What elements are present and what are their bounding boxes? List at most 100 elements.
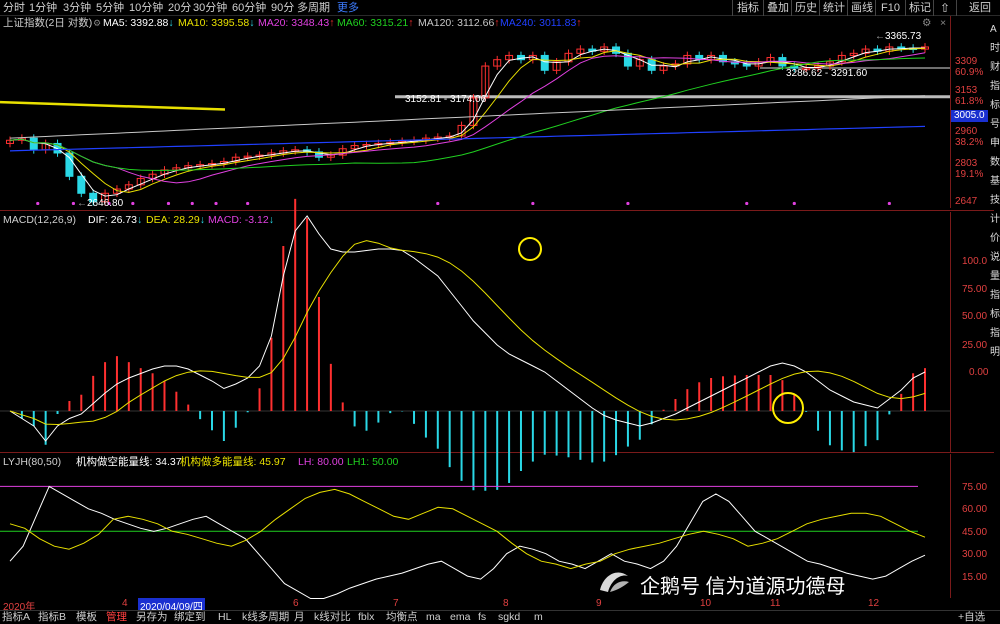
signal-marker — [626, 201, 630, 206]
right-side-tab[interactable]: 基 — [990, 172, 1000, 191]
right-side-tabs[interactable]: A时财指标号申数基技计价说量指标指明 — [990, 20, 1000, 362]
low-annotation: ←2646.80 — [77, 198, 124, 209]
right-side-tab[interactable]: 价 — [990, 229, 1000, 248]
macd-axis-border — [950, 212, 951, 452]
bottom-tab[interactable]: fblx — [358, 611, 374, 624]
bottom-tab[interactable]: 均衡点 — [386, 611, 418, 624]
time-axis: 2020年 4 2020/04/09/四 6 7 8 9 10 11 12 — [0, 598, 950, 613]
bottom-tab[interactable]: ma — [426, 611, 441, 624]
candle-body — [29, 137, 38, 151]
macd-axis-label: 50.00 — [962, 311, 988, 322]
lyjh-axis-label: 30.00 — [962, 549, 988, 560]
right-side-tab[interactable]: 申 — [990, 134, 1000, 153]
bottom-tab[interactable]: 指标A — [2, 611, 30, 624]
bottom-tab[interactable]: 绑定到 — [174, 611, 206, 624]
time-label-month: 4 — [122, 598, 128, 609]
right-side-tab[interactable]: 标 — [990, 305, 1000, 324]
signal-marker — [71, 201, 76, 206]
range1-annotation: 3286.62 - 3291.60 — [786, 68, 868, 79]
bottom-tab[interactable]: sgkd — [498, 611, 520, 624]
right-side-tab[interactable]: 明 — [990, 343, 1000, 362]
period-tab-3min[interactable]: 3分钟 — [63, 1, 91, 15]
time-label-month: 12 — [868, 598, 880, 609]
axis-fib-label: 38.2% — [955, 137, 984, 148]
right-side-tab[interactable]: 时 — [990, 39, 1000, 58]
high-annotation: ←3365.73 — [875, 31, 922, 42]
penguin-logo-icon — [600, 572, 629, 592]
bottom-tab[interactable]: fs — [478, 611, 486, 624]
lyjh-axis-label: 15.00 — [962, 572, 988, 583]
bottom-tab[interactable]: HL — [218, 611, 231, 624]
period-tab-20min[interactable]: 20分 — [168, 1, 191, 15]
macd-axis-label: 100.0 — [962, 256, 988, 267]
lyjh-axis-border — [950, 454, 951, 598]
bottom-tab[interactable]: 月 — [294, 611, 305, 624]
add-watchlist-button[interactable]: +自选 — [958, 611, 985, 624]
bottom-tab[interactable]: k线对比 — [314, 611, 351, 624]
bottom-tab[interactable]: 指标B — [38, 611, 66, 624]
history-button[interactable]: 历史 — [795, 1, 817, 15]
signal-marker — [131, 201, 135, 206]
axis-price-label: 2647 — [955, 196, 978, 207]
bottom-tab[interactable]: 模板 — [76, 611, 97, 624]
right-side-tab[interactable]: 财 — [990, 58, 1000, 77]
axis-fib-label: 19.1% — [955, 169, 984, 180]
period-tab-5min[interactable]: 5分钟 — [96, 1, 124, 15]
lyjh-axis-label: 60.00 — [962, 504, 988, 515]
right-side-tab[interactable]: 指 — [990, 324, 1000, 343]
bottom-tab[interactable]: 管理 — [106, 611, 127, 624]
right-side-tab[interactable]: 指 — [990, 77, 1000, 96]
signal-marker — [190, 201, 194, 206]
signal-marker — [166, 201, 171, 206]
ma240-line — [9, 125, 926, 152]
time-label-month: 9 — [596, 598, 602, 609]
overlay-button[interactable]: 叠加 — [767, 1, 789, 15]
time-label-month: 11 — [770, 598, 781, 609]
bottom-tab[interactable]: ema — [450, 611, 470, 624]
period-tab-fenshi[interactable]: 分时 — [3, 1, 25, 15]
axis-fib-label: 60.9% — [955, 67, 984, 78]
signal-marker — [887, 201, 891, 206]
period-tab-10min[interactable]: 10分钟 — [129, 1, 163, 15]
right-side-tab[interactable]: 数 — [990, 153, 1000, 172]
time-label-month: 7 — [393, 598, 399, 609]
bottom-tab-bar: 指标A 指标B 模板 管理 另存为 绑定到 HL k线多周期月 k线对比 fblx 均衡点 ma ema… — [0, 610, 1000, 624]
period-tab-60min[interactable]: 60分钟 — [232, 1, 266, 15]
back-button[interactable]: 返回 — [969, 1, 991, 15]
signal-marker — [745, 201, 749, 206]
signal-marker — [246, 201, 250, 206]
mark-button[interactable]: 标记 — [909, 1, 931, 15]
right-side-tab[interactable]: 标 — [990, 96, 1000, 115]
more-periods-link[interactable]: 更多 — [337, 1, 359, 15]
draw-line-button[interactable]: 画线 — [851, 1, 873, 15]
period-tab-1min[interactable]: 1分钟 — [29, 1, 57, 15]
dif-line — [9, 215, 926, 442]
f10-button[interactable]: F10 — [881, 1, 900, 15]
right-side-tab[interactable]: 号 — [990, 115, 1000, 134]
time-label-month: 10 — [700, 598, 712, 609]
period-tab-30min[interactable]: 30分钟 — [193, 1, 227, 15]
highlight-circle — [772, 392, 804, 424]
indicator-button[interactable]: 指标 — [737, 1, 759, 15]
dea-line — [9, 240, 926, 426]
macd-axis-label: 25.00 — [962, 340, 988, 351]
right-side-tab[interactable]: 量 — [990, 267, 1000, 286]
macd-axis-label: 0.00 — [969, 367, 989, 378]
right-side-tab[interactable]: 指 — [990, 286, 1000, 305]
signal-marker — [792, 201, 796, 206]
right-side-tab[interactable]: 说 — [990, 248, 1000, 267]
period-tab-multi[interactable]: 多周期 — [297, 1, 330, 15]
period-tab-90min[interactable]: 90分 — [271, 1, 294, 15]
right-side-tab[interactable]: 技 — [990, 191, 1000, 210]
bottom-tab[interactable]: k线多周期 — [242, 611, 289, 624]
long-energy-line — [9, 488, 926, 570]
right-side-tab[interactable]: 计 — [990, 210, 1000, 229]
statistics-button[interactable]: 统计 — [823, 1, 845, 15]
signal-marker — [214, 201, 218, 206]
bottom-tab[interactable]: 另存为 — [136, 611, 168, 624]
time-label-month: 8 — [503, 598, 509, 609]
axis-fib-label: 61.8% — [955, 96, 984, 107]
bottom-tab[interactable]: m — [534, 611, 543, 624]
lock-icon[interactable]: ⇧ — [940, 1, 950, 15]
right-side-tab[interactable]: A — [990, 20, 1000, 39]
